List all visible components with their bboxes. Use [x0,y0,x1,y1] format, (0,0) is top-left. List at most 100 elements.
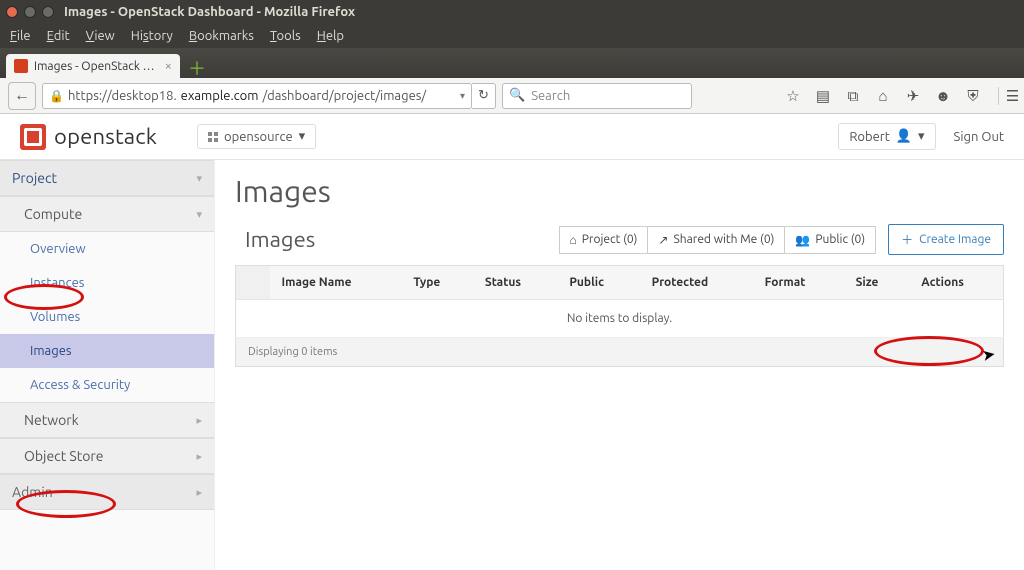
browser-tab[interactable]: Images - OpenStack … × [6,54,180,78]
create-image-label: Create Image [919,233,991,246]
sidebar-section-label: Project [12,170,57,186]
brand-name: openstack [54,124,157,149]
sidebar-section-label: Admin [12,484,53,500]
url-path: /dashboard/project/images/ [262,89,426,103]
filter-label: Shared with Me (0) [673,233,774,246]
openstack-logo-icon [20,124,46,150]
sidebar-section-admin[interactable]: Admin ▸ [0,474,214,510]
col-public[interactable]: Public [557,266,639,300]
chevron-right-icon: ▸ [196,414,202,427]
reload-button[interactable]: ↻ [472,83,496,109]
sidebar-item-instances[interactable]: Instances [0,266,214,300]
sidebar-section-label: Network [24,412,79,428]
chat-icon[interactable]: ☻ [934,87,952,105]
library-icon[interactable]: ▤ [814,87,832,105]
menu-view[interactable]: View [86,29,115,43]
project-switcher-label: opensource [224,130,293,144]
plus-icon: ＋ [901,231,913,248]
filter-public[interactable]: 👥Public (0) [785,226,876,254]
search-placeholder: Search [531,89,570,103]
col-type[interactable]: Type [401,266,472,300]
col-protected[interactable]: Protected [640,266,753,300]
section-header: Images ⌂ Project (0) ↗ Shared with Me (0) … [235,224,1004,255]
page: openstack opensource ▾ Robert 👤 ▾ Sign O… [0,114,1024,570]
window-minimize-icon[interactable] [24,6,36,18]
main-panel: Images Images ⌂ Project (0) ↗ Shared with … [215,160,1024,570]
url-prefix: https://desktop18. [68,89,177,103]
lock-icon: 🔒 [49,89,64,103]
search-icon: 🔍 [509,88,525,103]
tab-title: Images - OpenStack … [34,60,155,73]
col-status[interactable]: Status [473,266,557,300]
create-image-button[interactable]: ＋ Create Image [888,224,1004,255]
sidebar-item-overview[interactable]: Overview [0,232,214,266]
back-button[interactable]: ← [8,82,36,110]
menu-history[interactable]: History [131,29,173,43]
sidebar-section-label: Compute [24,206,82,222]
url-dropdown-icon[interactable]: ▾ [460,90,465,102]
os-titlebar: Images - OpenStack Dashboard - Mozilla F… [0,0,1024,24]
chevron-down-icon: ▾ [299,129,306,144]
chevron-down-icon: ▾ [196,172,202,185]
new-tab-button[interactable]: ＋ [186,58,208,78]
pocket-icon[interactable]: ⧉ [844,87,862,105]
sidebar-section-network[interactable]: Network ▸ [0,402,214,438]
tab-close-icon[interactable]: × [165,59,172,73]
user-name: Robert [849,130,890,144]
url-host: example.com [181,89,259,103]
window-close-icon[interactable] [6,6,18,18]
col-image-name[interactable]: Image Name [270,266,402,300]
user-icon: 👤 [896,129,912,144]
grid-icon [208,132,218,142]
bookmark-star-icon[interactable]: ☆ [784,87,802,105]
sidebar: Project ▾ Compute ▾ Overview Instances V… [0,160,215,570]
col-checkbox[interactable] [236,266,270,300]
brand[interactable]: openstack [20,124,157,150]
filter-project[interactable]: ⌂ Project (0) [559,226,649,254]
sidebar-item-volumes[interactable]: Volumes [0,300,214,334]
share-icon: ↗ [658,233,668,247]
hamburger-menu-icon[interactable]: ☰ [998,87,1016,105]
app-menubar: File Edit View History Bookmarks Tools H… [0,24,1024,48]
window-title: Images - OpenStack Dashboard - Mozilla F… [64,5,355,19]
chevron-down-icon: ▾ [196,208,202,221]
page-title: Images [235,174,1004,208]
menu-tools[interactable]: Tools [270,29,301,43]
user-menu[interactable]: Robert 👤 ▾ [838,123,935,150]
send-icon[interactable]: ✈ [904,87,922,105]
chevron-down-icon: ▾ [918,129,925,144]
col-size[interactable]: Size [844,266,910,300]
project-switcher[interactable]: opensource ▾ [197,124,316,149]
sidebar-section-compute[interactable]: Compute ▾ [0,196,214,232]
section-title: Images [245,227,315,252]
sidebar-item-images[interactable]: Images [0,334,214,368]
sign-out-link[interactable]: Sign Out [954,130,1004,144]
dashboard-topbar: openstack opensource ▾ Robert 👤 ▾ Sign O… [0,114,1024,160]
tab-favicon-icon [14,59,28,73]
filter-label: Project (0) [582,233,638,246]
sidebar-section-label: Object Store [24,448,103,464]
filter-shared[interactable]: ↗ Shared with Me (0) [648,226,785,254]
filter-label: Public (0) [815,233,865,246]
table-empty-text: No items to display. [236,300,1004,338]
col-format[interactable]: Format [753,266,844,300]
home-icon[interactable]: ⌂ [874,87,892,105]
sidebar-item-access-security[interactable]: Access & Security [0,368,214,402]
browser-search[interactable]: 🔍 Search [502,83,692,109]
sidebar-section-object-store[interactable]: Object Store ▸ [0,438,214,474]
menu-file[interactable]: File [10,29,31,43]
table-footer-text: Displaying 0 items [236,338,1004,367]
menu-bookmarks[interactable]: Bookmarks [189,29,254,43]
shield-icon[interactable]: ⛨ [964,87,982,105]
sidebar-section-project[interactable]: Project ▾ [0,160,214,196]
home-icon: ⌂ [570,233,577,247]
menu-help[interactable]: Help [317,29,344,43]
menu-edit[interactable]: Edit [47,29,70,43]
url-bar[interactable]: 🔒 https://desktop18. example.com/dashboar… [42,83,472,109]
images-table: Image Name Type Status Public Protected … [235,265,1004,367]
col-actions: Actions [909,266,1003,300]
tab-strip: Images - OpenStack … × ＋ [0,48,1024,78]
chevron-right-icon: ▸ [196,450,202,463]
window-maximize-icon[interactable] [42,6,54,18]
image-filters: ⌂ Project (0) ↗ Shared with Me (0) 👥Public… [559,226,877,254]
